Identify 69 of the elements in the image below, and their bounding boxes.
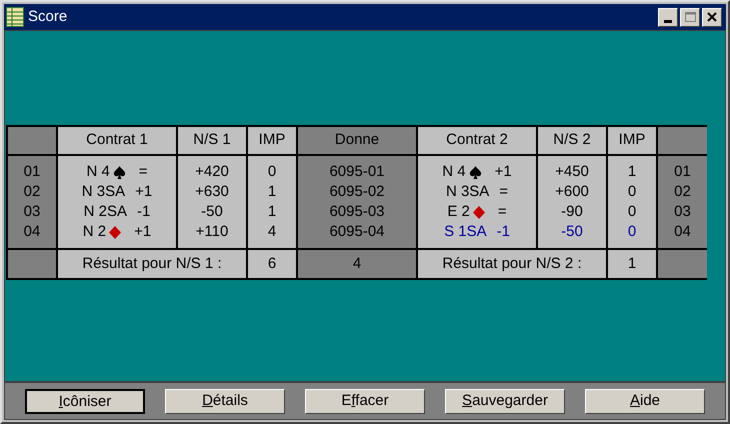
result-label: Résultat pour N/S 2 : (442, 254, 582, 274)
minimize-button[interactable] (658, 8, 678, 26)
contract-cell-text: N 2 +1 (82, 222, 152, 242)
column-header: Donne (298, 127, 416, 154)
diamond-icon (472, 206, 485, 218)
deal-number: 6095-02 (329, 182, 385, 202)
deal-number: 6095-04 (329, 222, 385, 242)
contract-cell-text: N 3SA +1 (80, 182, 154, 202)
table-cell-text: 6 (268, 254, 276, 274)
table-cell: +600 (555, 182, 589, 202)
table-cell: 1 (268, 182, 276, 202)
board-number: 04 (674, 222, 691, 242)
table-cell: -50 (201, 202, 223, 222)
empty-cell (658, 250, 707, 278)
spade-icon (468, 166, 482, 178)
empty-cell (658, 127, 707, 154)
table-cell: +450 (555, 162, 589, 182)
table-cell: 0 (628, 182, 636, 202)
minimize-icon (664, 20, 672, 22)
table-cell: 0 (268, 162, 276, 182)
action-button[interactable]: Sauvegarder (445, 388, 565, 414)
board-number: 04 (24, 222, 40, 242)
table-cell: 0 (628, 202, 636, 222)
contract-cell-text: S 1SA -1 (443, 222, 511, 242)
table-cell: 1 (628, 162, 636, 182)
contract-cell-text: N 2SA -1 (82, 202, 152, 222)
table-cell: +630 (195, 182, 229, 202)
board-number: 01 (24, 162, 40, 182)
table-cell-text: 1 (628, 254, 636, 274)
table-cell-text: 4 (352, 254, 362, 274)
table-cell: +420 (195, 162, 229, 182)
deal-number: 6095-03 (329, 202, 385, 222)
action-button[interactable]: Icôniser (25, 388, 145, 414)
column-header: Contrat 1 (58, 127, 176, 154)
window-title: Score (28, 6, 68, 27)
column-header: IMP (608, 127, 656, 154)
board-number: 03 (24, 202, 40, 222)
table-cell: 0 (628, 222, 636, 242)
deal-number: 6095-01 (329, 162, 385, 182)
board-number: 03 (674, 202, 691, 222)
contract-cell-text: N 4 = (85, 162, 149, 182)
maximize-button[interactable] (680, 8, 700, 26)
board-number: 01 (674, 162, 691, 182)
action-button[interactable]: Effacer (305, 388, 425, 414)
close-icon (707, 12, 717, 22)
empty-cell (8, 250, 56, 278)
action-button[interactable]: Aide (585, 388, 705, 414)
table-cell: -50 (561, 222, 583, 242)
contract-cell-text: N 3SA = (444, 182, 510, 202)
maximize-icon (684, 12, 696, 22)
action-button[interactable]: Détails (165, 388, 285, 414)
spreadsheet-icon (6, 7, 24, 27)
result-label: Résultat pour N/S 1 : (82, 254, 222, 274)
column-header: IMP (248, 127, 296, 154)
contract-cell-text: E 2 = (446, 202, 508, 222)
table-cell: -90 (561, 202, 583, 222)
diamond-icon (109, 226, 122, 238)
column-header: Contrat 2 (418, 127, 536, 154)
board-number: 02 (674, 182, 691, 202)
column-header: N/S 1 (178, 127, 246, 154)
column-header: N/S 2 (538, 127, 606, 154)
contract-cell-text: N 4 +1 (441, 162, 513, 182)
empty-cell (8, 127, 56, 154)
table-cell: 1 (268, 202, 276, 222)
table-cell: 4 (268, 222, 276, 242)
close-button[interactable] (702, 8, 722, 26)
spade-icon (112, 166, 126, 178)
table-cell: +110 (196, 222, 228, 242)
board-number: 02 (24, 182, 40, 202)
